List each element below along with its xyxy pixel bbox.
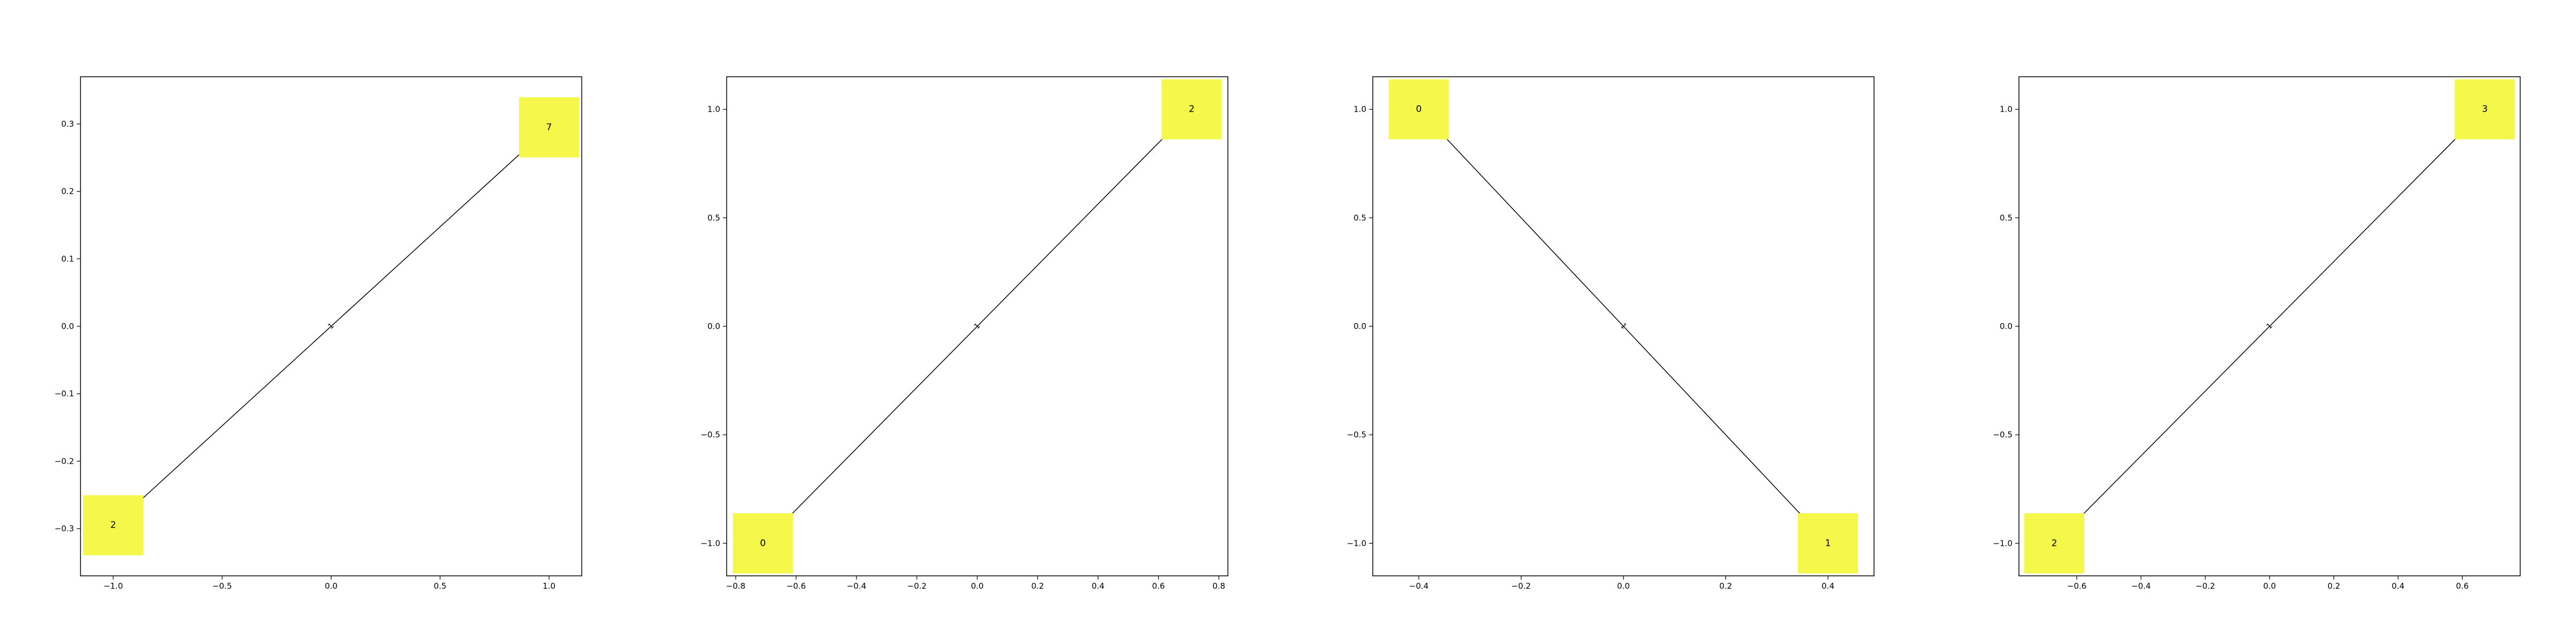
node-label: 7 [546, 122, 552, 133]
y-tick-label: −0.3 [55, 524, 74, 533]
y-tick-label: 0.1 [61, 254, 74, 264]
x-tick-label: 0.2 [2328, 581, 2340, 591]
y-tick-label: 0.0 [1353, 321, 1366, 331]
figure-background [0, 0, 2576, 644]
y-tick-label: 0.5 [707, 213, 720, 223]
node-label: 2 [110, 520, 116, 531]
x-tick-label: 0.4 [1821, 581, 1834, 591]
y-tick-label: −1.0 [1347, 538, 1366, 548]
y-tick-label: 1.0 [1353, 105, 1366, 114]
x-tick-label: 0.5 [434, 581, 447, 591]
y-tick-label: −0.5 [1347, 430, 1366, 440]
x-tick-label: −0.4 [1409, 581, 1429, 591]
node-label: 0 [1416, 104, 1422, 115]
x-tick-label: 0.6 [1152, 581, 1165, 591]
figure: 1 2 7 −1.0 −0.5 0.0 0.5 1.0 −0.3 −0.2 −0.1 0.0 0.1 0.… [0, 0, 2576, 644]
x-tick-label: −0.6 [2067, 581, 2087, 591]
x-tick-label: 0.2 [1719, 581, 1732, 591]
x-tick-label: 0.0 [1617, 581, 1630, 591]
x-tick-label: 0.2 [1031, 581, 1044, 591]
x-tick-label: −0.6 [786, 581, 806, 591]
x-tick-label: −0.2 [1511, 581, 1531, 591]
node-label: 0 [760, 538, 766, 548]
node-label: 2 [1189, 104, 1195, 115]
node-label: 2 [2051, 538, 2057, 548]
x-tick-label: −0.8 [726, 581, 745, 591]
y-tick-label: 0.5 [1353, 213, 1366, 223]
y-tick-label: 0.5 [2000, 213, 2012, 223]
node-label: 3 [2482, 104, 2488, 115]
y-tick-label: 0.0 [2000, 321, 2012, 331]
x-tick-label: 0.0 [971, 581, 984, 591]
y-tick-label: −1.0 [1993, 538, 2012, 548]
y-tick-label: −0.2 [55, 456, 74, 466]
x-tick-label: −0.2 [2196, 581, 2215, 591]
x-tick-label: −0.2 [907, 581, 926, 591]
x-tick-label: 0.0 [325, 581, 338, 591]
x-tick-label: −0.4 [847, 581, 866, 591]
y-tick-label: −0.5 [1993, 430, 2012, 440]
x-tick-label: −0.5 [213, 581, 232, 591]
y-tick-label: 0.3 [61, 119, 74, 129]
y-tick-label: −0.5 [701, 430, 720, 440]
node-label: 1 [1825, 538, 1831, 548]
x-tick-label: 0.4 [1092, 581, 1104, 591]
x-tick-label: −0.4 [2131, 581, 2150, 591]
x-tick-label: 0.0 [2263, 581, 2276, 591]
y-tick-label: 0.0 [707, 321, 720, 331]
y-tick-label: 1.0 [2000, 105, 2012, 114]
x-tick-label: 0.8 [1212, 581, 1225, 591]
x-tick-label: −1.0 [104, 581, 123, 591]
x-tick-label: 1.0 [543, 581, 555, 591]
y-tick-label: −1.0 [701, 538, 720, 548]
y-tick-label: 1.0 [707, 105, 720, 114]
x-tick-label: 0.4 [2392, 581, 2405, 591]
y-tick-label: 0.2 [61, 187, 74, 196]
y-tick-label: 0.0 [61, 321, 74, 331]
y-tick-label: −0.1 [55, 389, 74, 399]
x-tick-label: 0.6 [2456, 581, 2469, 591]
